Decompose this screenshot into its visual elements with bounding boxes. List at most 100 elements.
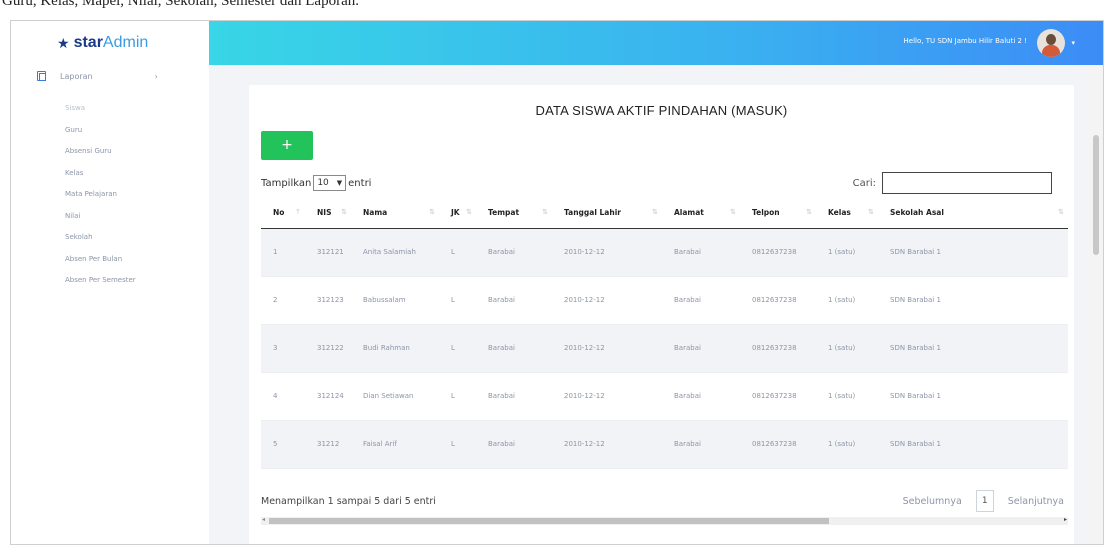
avatar[interactable]: [1037, 29, 1065, 57]
cell-tanggal-lahir: 2010-12-12: [552, 276, 662, 325]
cell-no: 1: [261, 228, 305, 277]
sidebar-item-absensi-guru[interactable]: Absensi Guru: [11, 142, 209, 164]
cell-nama: Faisal Arif: [351, 420, 439, 469]
cell-tanggal-lahir: 2010-12-12: [552, 420, 662, 469]
app-window: ★ star Admin Laporan › Siswa Guru Absens…: [10, 20, 1104, 545]
sidebar-item-absen-per-semester[interactable]: Absen Per Semester: [11, 271, 209, 293]
cell-kelas: 1 (satu): [816, 228, 878, 277]
sidebar-item-kelas[interactable]: Kelas: [11, 164, 209, 186]
content-card: DATA SISWA AKTIF PINDAHAN (MASUK) + Tamp…: [249, 85, 1074, 544]
length-prefix-label: Tampilkan: [261, 177, 312, 189]
brand-name-bold: star: [73, 34, 103, 51]
cell-sekolah-asal: SDN Barabai 1: [878, 420, 1068, 469]
sidebar-item-absen-per-bulan[interactable]: Absen Per Bulan: [11, 250, 209, 272]
horizontal-scrollbar[interactable]: ◂ ▸: [261, 516, 1068, 525]
table-header-row: No ↑ NIS ⇅ Nama ⇅ JK ⇅ Tempat ⇅ Tanggal Lahir…: [261, 198, 1068, 229]
avatar-head: [1046, 34, 1056, 45]
cell-tempat: Barabai: [476, 228, 552, 277]
sidebar: ★ star Admin Laporan › Siswa Guru Absens…: [11, 21, 209, 544]
avatar-body: [1042, 45, 1060, 57]
cell-nis: 312123: [305, 276, 351, 325]
pagination: Sebelumnya 1 Selanjutnya: [903, 490, 1064, 512]
cell-tempat: Barabai: [476, 276, 552, 325]
document-caption: Guru, Kelas, Mapel, Nilai, Sekolah, Seme…: [0, 0, 1104, 20]
next-page-button[interactable]: Selanjutnya: [1008, 496, 1064, 507]
sidebar-item-guru[interactable]: Guru: [11, 121, 209, 143]
top-navbar: Hello, TU SDN Jambu Hilir Baluti 2 ! ▾: [209, 21, 1103, 65]
cell-nama: Budi Rahman: [351, 324, 439, 373]
cell-telpon: 0812637238: [740, 324, 816, 373]
column-header-tempat[interactable]: Tempat ⇅: [476, 198, 552, 229]
column-header-jk[interactable]: JK ⇅: [439, 198, 476, 229]
column-header-nama[interactable]: Nama ⇅: [351, 198, 439, 229]
search-input[interactable]: [882, 172, 1052, 194]
table-row: 3 312122 Budi Rahman L Barabai 2010-12-1…: [261, 324, 1068, 373]
search-label: Cari:: [852, 177, 876, 189]
column-header-nis[interactable]: NIS ⇅: [305, 198, 351, 229]
cell-sekolah-asal: SDN Barabai 1: [878, 372, 1068, 421]
user-greeting[interactable]: Hello, TU SDN Jambu Hilir Baluti 2 !: [904, 37, 1027, 45]
cell-tempat: Barabai: [476, 372, 552, 421]
cell-alamat: Barabai: [662, 276, 740, 325]
table-info: Menampilkan 1 sampai 5 dari 5 entri: [261, 496, 436, 507]
cell-telpon: 0812637238: [740, 372, 816, 421]
cell-alamat: Barabai: [662, 228, 740, 277]
cell-tempat: Barabai: [476, 420, 552, 469]
cell-nama: Anita Salamiah: [351, 228, 439, 277]
column-header-no[interactable]: No ↑: [261, 198, 305, 229]
star-icon: ★: [57, 34, 70, 51]
cell-kelas: 1 (satu): [816, 276, 878, 325]
vertical-scrollbar[interactable]: [1089, 65, 1103, 544]
column-header-alamat[interactable]: Alamat ⇅: [662, 198, 740, 229]
page-1-button[interactable]: 1: [975, 490, 994, 512]
cell-nis: 312122: [305, 324, 351, 373]
cell-jk: L: [439, 420, 476, 469]
cell-no: 5: [261, 420, 305, 469]
sort-icon: ⇅: [652, 208, 658, 216]
sort-icon: ⇅: [1058, 208, 1064, 216]
chevron-down-icon[interactable]: ▾: [1071, 39, 1075, 47]
column-header-telpon[interactable]: Telpon ⇅: [740, 198, 816, 229]
cell-no: 2: [261, 276, 305, 325]
sidebar-item-sekolah[interactable]: Sekolah: [11, 228, 209, 250]
cell-kelas: 1 (satu): [816, 372, 878, 421]
vertical-scroll-thumb[interactable]: [1093, 135, 1099, 255]
cell-alamat: Barabai: [662, 324, 740, 373]
cell-nama: Babussalam: [351, 276, 439, 325]
column-header-sekolah-asal[interactable]: Sekolah Asal ⇅: [878, 198, 1068, 229]
cell-sekolah-asal: SDN Barabai 1: [878, 228, 1068, 277]
sidebar-submenu: Siswa Guru Absensi Guru Kelas Mata Pelaj…: [11, 99, 209, 293]
scroll-left-icon[interactable]: ◂: [262, 516, 265, 523]
brand-name-light: Admin: [102, 34, 149, 51]
sidebar-item-siswa[interactable]: Siswa: [11, 99, 209, 121]
column-header-tanggal-lahir[interactable]: Tanggal Lahir ⇅: [552, 198, 662, 229]
sidebar-item-mata-pelajaran[interactable]: Mata Pelajaran: [11, 185, 209, 207]
entries-length-select[interactable]: 10 ▼: [313, 175, 347, 191]
add-button[interactable]: +: [261, 131, 313, 160]
cell-kelas: 1 (satu): [816, 324, 878, 373]
sort-icon: ↑: [295, 208, 301, 216]
cell-tempat: Barabai: [476, 324, 552, 373]
sort-icon: ⇅: [542, 208, 548, 216]
entries-length-value: 10: [317, 178, 329, 188]
cell-no: 4: [261, 372, 305, 421]
column-header-kelas[interactable]: Kelas ⇅: [816, 198, 878, 229]
sidebar-section-laporan[interactable]: Laporan ›: [11, 65, 209, 87]
sidebar-section-label: Laporan: [60, 71, 93, 81]
sort-icon: ⇅: [806, 208, 812, 216]
chevron-right-icon: ›: [154, 71, 158, 81]
page-title: DATA SISWA AKTIF PINDAHAN (MASUK): [535, 103, 788, 118]
sidebar-item-nilai[interactable]: Nilai: [11, 207, 209, 229]
students-table: No ↑ NIS ⇅ Nama ⇅ JK ⇅ Tempat ⇅ Tanggal Lahir…: [261, 198, 1068, 469]
length-suffix-label: entri: [348, 177, 372, 189]
cell-alamat: Barabai: [662, 372, 740, 421]
scroll-right-icon[interactable]: ▸: [1064, 516, 1067, 523]
cell-jk: L: [439, 324, 476, 373]
previous-page-button[interactable]: Sebelumnya: [903, 496, 962, 507]
cell-telpon: 0812637238: [740, 420, 816, 469]
horizontal-scroll-thumb[interactable]: [269, 518, 829, 524]
cell-jk: L: [439, 276, 476, 325]
brand-logo[interactable]: ★ star Admin: [11, 21, 209, 65]
cell-telpon: 0812637238: [740, 228, 816, 277]
sort-icon: ⇅: [730, 208, 736, 216]
